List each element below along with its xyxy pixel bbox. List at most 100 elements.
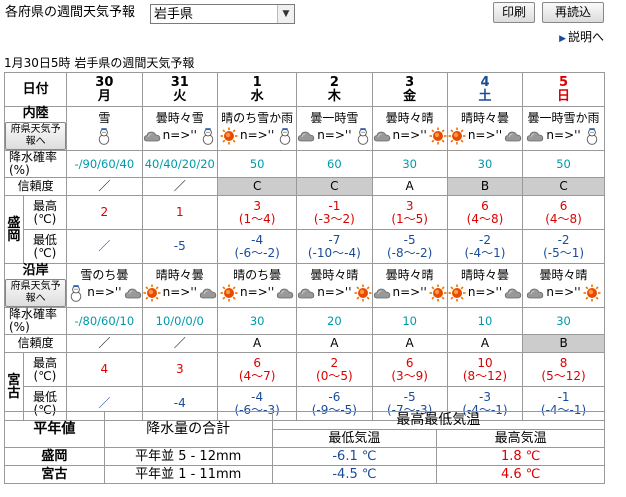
temp-header: 最高最低気温 (271, 411, 606, 430)
print-button[interactable]: 印刷 (493, 2, 535, 23)
prefecture-select-value: 岩手県 (154, 7, 194, 22)
city-name: 盛岡 (7, 215, 21, 244)
reliability-cell: C (217, 177, 298, 196)
min-temp-value: -4 (251, 232, 264, 247)
snowman-icon (199, 127, 217, 145)
pop-cell: 50 (217, 150, 298, 178)
reliability-cell: ／ (141, 334, 219, 353)
min-temp-label-cell: 最低(℃) (22, 229, 68, 264)
pop-cell: 50 (522, 150, 605, 178)
reload-button[interactable]: 再読込 (542, 2, 604, 23)
normals-min: -4.5 ℃ (271, 465, 438, 484)
min-temp-value: -5 (173, 239, 186, 253)
weather-icons (67, 126, 141, 145)
prefecture-forecast-button[interactable]: 府県天気予報へ (5, 122, 67, 150)
chevron-down-icon[interactable]: ▼ (277, 5, 294, 23)
cloud-icon (276, 284, 294, 302)
help-link[interactable]: ▶ 説明へ (559, 28, 604, 45)
reliability-cell: A (296, 334, 373, 353)
day-number: 31 (170, 74, 189, 90)
max-temp-range: (3～9) (391, 368, 428, 383)
min-temp-value: -2 (557, 232, 570, 247)
sun-icon (220, 127, 238, 145)
pop-cell: 10 (371, 307, 448, 335)
day-of-week: 木 (327, 88, 341, 104)
pop-cell: -/80/60/10 (66, 307, 143, 335)
pop-cell: -/90/60/40 (66, 150, 143, 178)
cloud-icon (297, 284, 315, 302)
max-temp-cell: 2 (66, 195, 143, 230)
max-temp-range: (4～8) (545, 211, 582, 226)
page-title: 各府県の週間天気予報 (5, 5, 136, 20)
min-temp-value: -7 (328, 232, 341, 247)
cloud-icon (526, 127, 544, 145)
pop-label: 降水確率(%) (9, 307, 58, 334)
prefecture-select[interactable]: 岩手県 ▼ (150, 4, 295, 24)
pop-cell: 20 (296, 307, 373, 335)
sun-icon (354, 284, 372, 302)
weather-cell: 曇時々晴 n=>'' (371, 106, 448, 151)
weather-text: 曇一時雪 (310, 112, 359, 125)
max-temp-range: (1～4) (238, 211, 276, 226)
max-temp-range: (4～8) (466, 211, 504, 226)
pop-value: 50 (249, 156, 265, 171)
reliability-label-cell: 信頼度 (3, 334, 68, 353)
max-temp-cell: 3 (1～5) (371, 195, 448, 230)
min-temp-value: ／ (98, 239, 111, 253)
min-temp-value: -1 (557, 389, 570, 404)
day-header: 4土 (446, 72, 524, 107)
pop-value: 30 (477, 156, 493, 171)
weather-icons: n=>'' (218, 283, 296, 302)
region-name: 内陸 (22, 106, 49, 121)
min-temp-range: (-6～-2) (234, 245, 280, 260)
weather-icons: n=>'' (67, 283, 141, 302)
day-header: 1水 (217, 72, 298, 107)
min-temp-header: 最低気温 (271, 429, 438, 448)
max-temp-value: 1 (175, 205, 184, 219)
max-temp-cell: 10 (8～12) (446, 352, 524, 387)
max-temp-label: 最高(℃) (32, 355, 57, 383)
pop-cell: 60 (296, 150, 373, 178)
pop-value: 50 (556, 156, 571, 171)
day-of-week: 土 (478, 88, 492, 104)
reliability-value: C (559, 179, 568, 193)
reliability-value: B (480, 179, 490, 193)
snowman-icon (67, 284, 85, 302)
weather-text: 晴時々曇 (460, 112, 509, 125)
max-temp-cell: 6 (3～9) (371, 352, 448, 387)
cloud-icon (504, 127, 522, 145)
day-number: 5 (559, 74, 569, 90)
pop-value: 30 (556, 313, 571, 328)
weather-text: 曇一時雪か雨 (527, 112, 600, 125)
min-temp-range: (-10～-4) (307, 245, 361, 260)
reliability-cell: ／ (66, 334, 143, 353)
triangle-right-icon: ▶ (559, 34, 566, 44)
max-temp-value: 6 (253, 355, 261, 370)
max-temp-value: 6 (405, 355, 414, 370)
pop-value: 10/0/0/0 (155, 313, 204, 328)
sun-icon (448, 284, 466, 302)
city-cell: 盛岡 (4, 195, 24, 264)
normals-precip: 平年並 1 - 11mm (103, 465, 273, 484)
normals-city: 盛岡 (4, 447, 105, 466)
pop-cell: 10/0/0/0 (141, 307, 219, 335)
weather-icons: n=>'' (143, 283, 218, 302)
normals-label: 平年値 (4, 411, 105, 448)
weekly-forecast-table: 日付 30 月 31 火 1 水 2 木 3 金 4 土 5 日内陸 府県天気予報へ雪曇時々雪 n=>'' 晴のち… (3, 72, 605, 421)
day-header: 31 火 (141, 72, 219, 107)
min-temp-cell: -2 (-4～1) (446, 229, 524, 264)
sun-icon (143, 284, 161, 302)
weather-icons: n=>'' (218, 126, 296, 145)
prefecture-forecast-button[interactable]: 府県天気予報へ (5, 279, 67, 307)
weather-icons: n=>'' (373, 126, 447, 145)
day-of-week: 水 (250, 88, 264, 104)
precip-header: 降水量の合計 (103, 411, 273, 448)
day-of-week: 日 (557, 88, 571, 104)
cloud-icon (373, 127, 391, 145)
weather-text: 曇時々晴 (539, 269, 588, 282)
date-label: 日付 (22, 82, 49, 97)
max-temp-label-cell: 最高(℃) (22, 352, 68, 387)
reliability-value: A (330, 336, 339, 350)
min-temp-value: -2 (478, 232, 491, 247)
max-temp-value: 3 (175, 362, 184, 376)
